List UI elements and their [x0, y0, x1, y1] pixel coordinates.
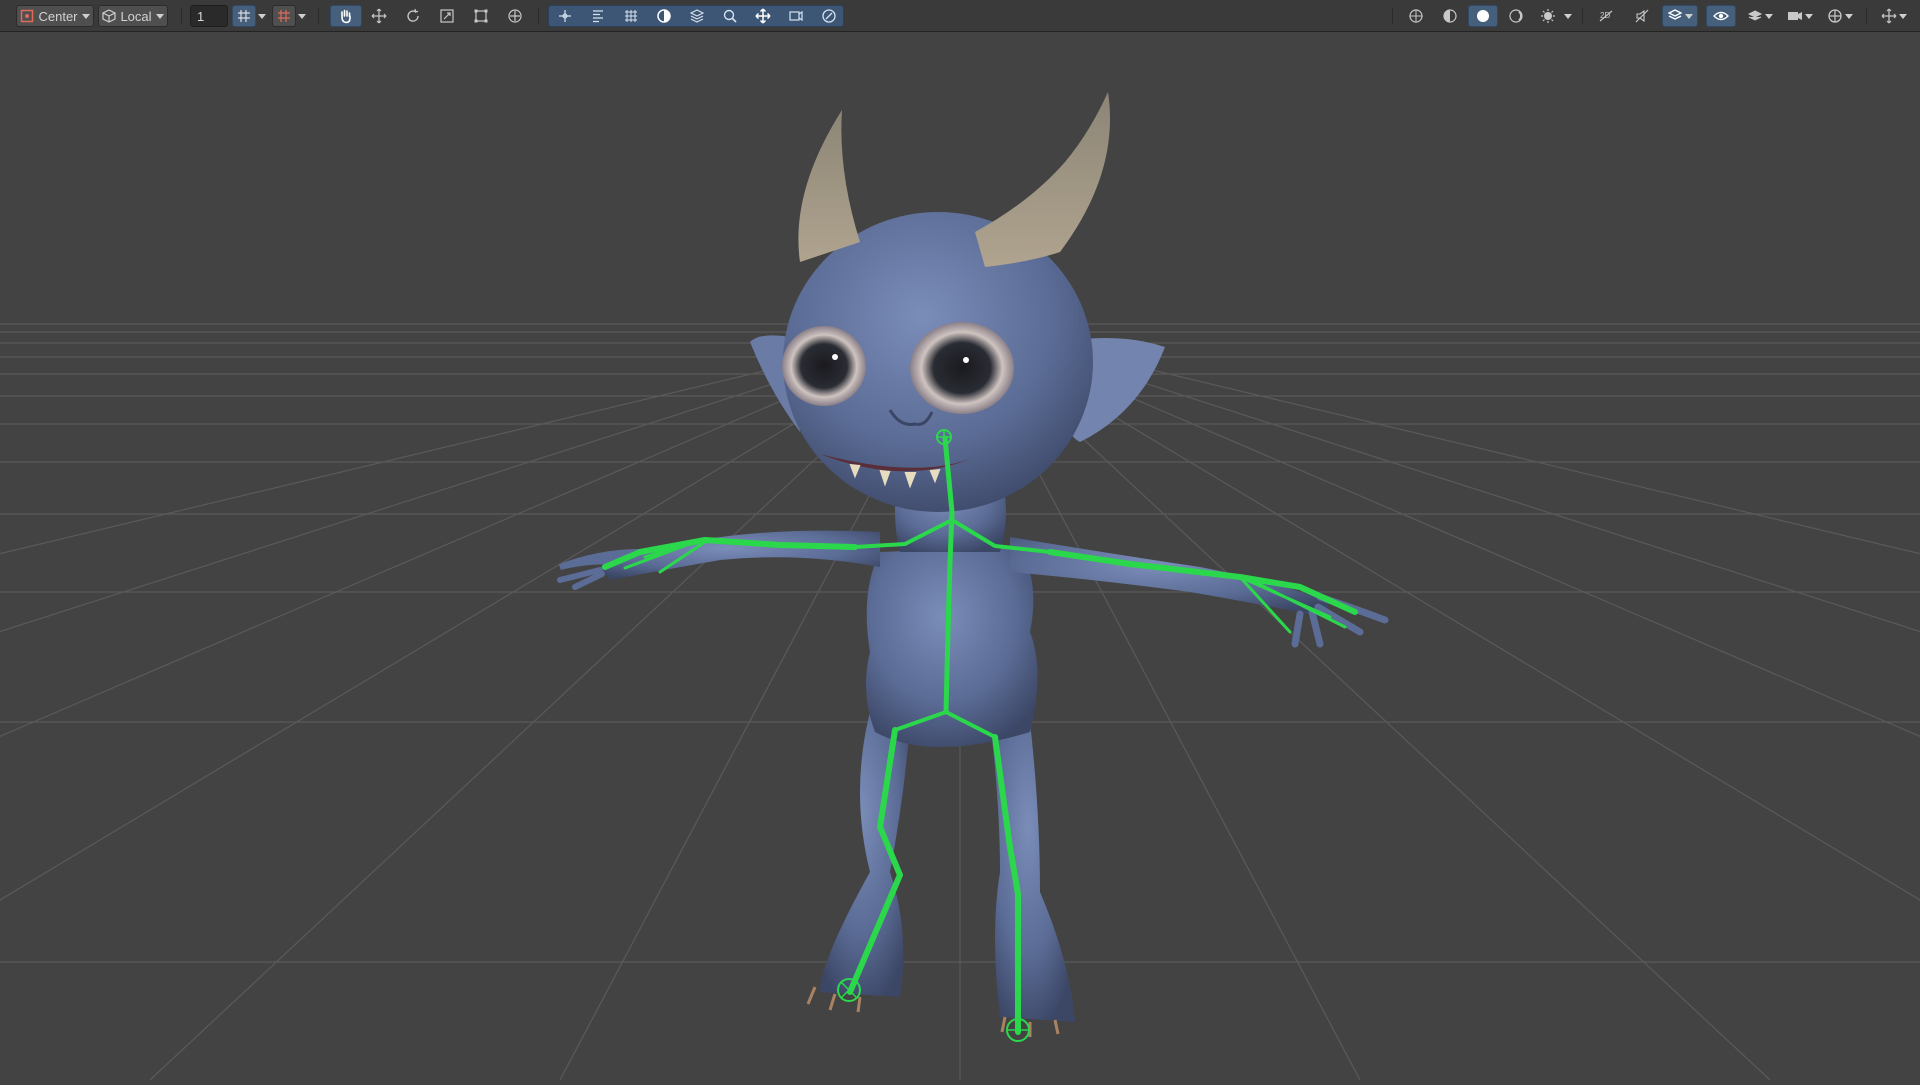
2d-toggle-icon: 2D [1598, 8, 1614, 24]
camera-move-button[interactable] [781, 5, 811, 27]
gizmos-icon [1827, 8, 1843, 24]
wireframe-button[interactable] [1502, 5, 1530, 27]
transform-tool-button[interactable] [500, 5, 530, 27]
circle-button[interactable] [649, 5, 679, 27]
effects-dropdown[interactable] [1562, 5, 1574, 27]
gizmo-globe-icon [1408, 8, 1424, 24]
separator [1866, 8, 1867, 24]
rotate-tool-icon [405, 8, 421, 24]
audio-icon [1634, 8, 1650, 24]
pivot-mode-label: Center [38, 8, 78, 24]
scale-tool-button[interactable] [432, 5, 462, 27]
shaded-icon [1442, 8, 1458, 24]
grid-snap-dropdown[interactable] [256, 5, 268, 27]
wireframe-icon [1508, 8, 1524, 24]
snap-increment-field[interactable]: 1 [190, 5, 228, 27]
scene-canvas [0, 32, 1920, 1081]
scene-viewport[interactable] [0, 32, 1920, 1081]
scene-toolbar: Center Local 1 2D [0, 0, 1920, 32]
grid-snap-icon [237, 9, 251, 23]
shaded-button[interactable] [1436, 5, 1464, 27]
chevron-down-icon [1564, 13, 1572, 19]
grid-icon [623, 8, 639, 24]
audio-button[interactable] [1628, 5, 1656, 27]
move-tool-icon [371, 8, 387, 24]
move-bone-button[interactable] [550, 5, 580, 27]
chevron-down-icon [155, 13, 164, 19]
scale-tool-icon [439, 8, 455, 24]
effects-button[interactable] [1534, 5, 1562, 27]
layers-dropdown[interactable] [1742, 5, 1778, 27]
zoom-tool-button[interactable] [715, 5, 745, 27]
layers-icon [1747, 8, 1763, 24]
chevron-down-icon [1765, 13, 1773, 19]
move-bone-icon [557, 8, 573, 24]
camera-dropdown[interactable] [1782, 5, 1818, 27]
visibility-icon [1713, 8, 1729, 24]
pivot-space-label: Local [120, 8, 152, 24]
separator [1582, 8, 1583, 24]
more-options-dropdown[interactable] [1876, 5, 1912, 27]
orbit-button[interactable] [814, 5, 844, 27]
hand-tool-button[interactable] [330, 5, 362, 27]
increment-snap-dropdown[interactable] [296, 5, 308, 27]
camera-icon [1787, 8, 1803, 24]
pan-tool-button[interactable] [748, 5, 778, 27]
pivot-mode-dropdown[interactable]: Center [16, 5, 94, 27]
separator [318, 8, 319, 24]
rect-tool-icon [473, 8, 489, 24]
chevron-down-icon [298, 13, 306, 19]
increment-snap-button[interactable] [272, 5, 296, 27]
2d-toggle-button[interactable]: 2D [1592, 5, 1620, 27]
align-button[interactable] [583, 5, 613, 27]
gizmos-dropdown[interactable] [1822, 5, 1858, 27]
camera-move-icon [788, 8, 804, 24]
chevron-down-icon [1805, 13, 1813, 19]
scene-fx-button[interactable] [1662, 5, 1698, 27]
rect-tool-button[interactable] [466, 5, 496, 27]
separator [1392, 8, 1393, 24]
separator [538, 8, 539, 24]
separator [181, 8, 182, 24]
pivot-space-dropdown[interactable]: Local [98, 5, 168, 27]
chevron-down-icon [258, 13, 266, 19]
scene-fx-icon [1667, 8, 1683, 24]
layers-tool-button[interactable] [682, 5, 712, 27]
grid-button[interactable] [616, 5, 646, 27]
chevron-down-icon [1845, 13, 1853, 19]
hand-tool-icon [338, 8, 354, 24]
cube-icon [102, 9, 117, 23]
pan-icon [755, 8, 771, 24]
orbit-icon [821, 8, 837, 24]
move-tool-button[interactable] [364, 5, 394, 27]
pivot-center-icon [20, 9, 34, 23]
grid-snap-button[interactable] [232, 5, 256, 27]
lit-icon [1475, 8, 1491, 24]
transform-tool-icon [507, 8, 523, 24]
circle-icon [656, 8, 672, 24]
align-icon [590, 8, 606, 24]
more-icon [1881, 8, 1897, 24]
effects-icon [1540, 8, 1556, 24]
chevron-down-icon [81, 13, 90, 19]
svg-text:2D: 2D [1600, 11, 1610, 20]
layers-icon [689, 8, 705, 24]
gizmo-globe-button[interactable] [1402, 5, 1430, 27]
chevron-down-icon [1899, 13, 1907, 19]
increment-snap-icon [277, 9, 291, 23]
visibility-button[interactable] [1706, 5, 1736, 27]
lit-button[interactable] [1468, 5, 1498, 27]
chevron-down-icon [1685, 13, 1693, 19]
rotate-tool-button[interactable] [398, 5, 428, 27]
zoom-icon [722, 8, 738, 24]
